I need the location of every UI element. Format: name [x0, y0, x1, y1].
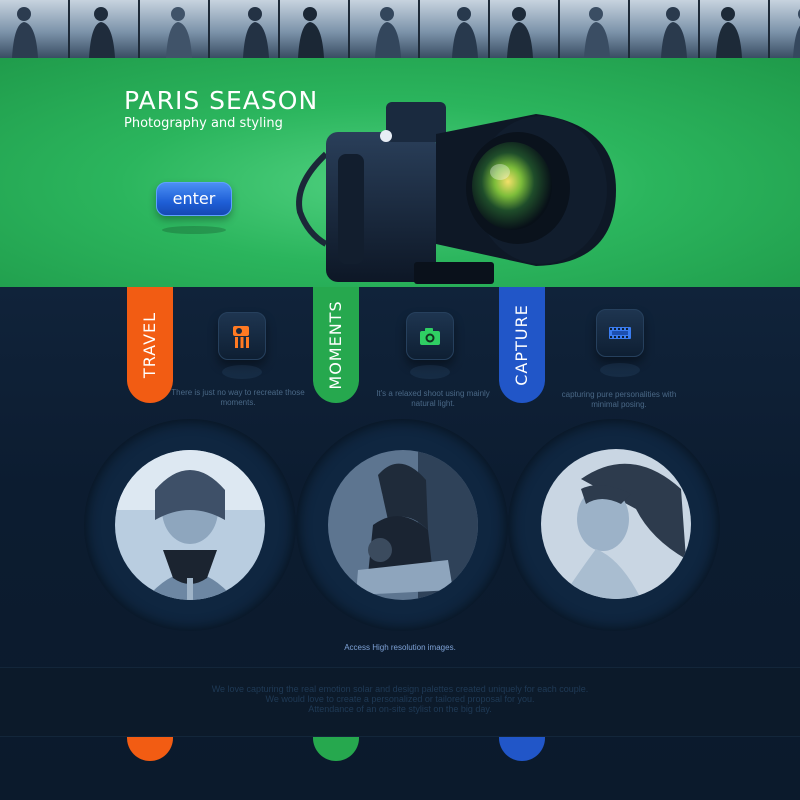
tab-travel[interactable]: TRAVEL: [127, 287, 173, 403]
thumb-1[interactable]: [0, 0, 68, 58]
band-line: We would love to create a personalized o…: [265, 694, 535, 704]
portrait-photo-1[interactable]: [115, 450, 265, 600]
tab-moments-label: MOMENTS: [326, 300, 345, 390]
portrait-photo-2[interactable]: [328, 450, 478, 600]
thumb-11[interactable]: [700, 0, 768, 58]
travel-description: There is just no way to recreate those m…: [171, 388, 305, 407]
tab-travel-label: TRAVEL: [140, 311, 159, 379]
icon-reflection: [222, 365, 262, 379]
access-link[interactable]: Access High resolution images.: [0, 643, 800, 652]
portrait-photo-3[interactable]: [541, 449, 691, 599]
thumb-5[interactable]: [280, 0, 348, 58]
icon-reflection: [600, 363, 640, 377]
thumb-6[interactable]: [350, 0, 418, 58]
bottom-tab-moments[interactable]: [313, 737, 359, 761]
capture-description: capturing pure personalities with minima…: [561, 390, 677, 409]
moments-description: It's a relaxed shoot using mainly natura…: [376, 389, 490, 408]
camera-illustration: [296, 102, 616, 284]
info-band: We love capturing the real emotion solar…: [0, 667, 800, 737]
thumb-10[interactable]: [630, 0, 698, 58]
band-line: Attendance of an on-site stylist on the …: [308, 704, 492, 714]
thumb-3[interactable]: [140, 0, 208, 58]
camera-tripod-icon[interactable]: [218, 312, 266, 360]
thumb-8[interactable]: [490, 0, 558, 58]
tab-capture[interactable]: CAPTURE: [499, 287, 545, 403]
band-line: We love capturing the real emotion solar…: [211, 684, 589, 694]
film-strip-icon[interactable]: [596, 309, 644, 357]
thumb-9[interactable]: [560, 0, 628, 58]
thumb-4[interactable]: [210, 0, 278, 58]
thumbnail-strip: [0, 0, 800, 58]
enter-button-shadow: [162, 226, 226, 234]
camera-icon[interactable]: [406, 312, 454, 360]
enter-button[interactable]: enter: [156, 182, 232, 216]
hero-subtitle: Photography and styling: [124, 116, 283, 131]
thumb-7[interactable]: [420, 0, 488, 58]
thumb-12[interactable]: [770, 0, 800, 58]
icon-reflection: [410, 365, 450, 379]
bottom-tab-travel[interactable]: [127, 737, 173, 761]
tab-moments[interactable]: MOMENTS: [313, 287, 359, 403]
thumb-2[interactable]: [70, 0, 138, 58]
bottom-tab-capture[interactable]: [499, 737, 545, 761]
tab-capture-label: CAPTURE: [512, 304, 531, 386]
hero-banner: PARIS SEASON Photography and styling ent…: [0, 58, 800, 287]
content-section: TRAVEL MOMENTS CAPTURE There is just no …: [0, 287, 800, 800]
